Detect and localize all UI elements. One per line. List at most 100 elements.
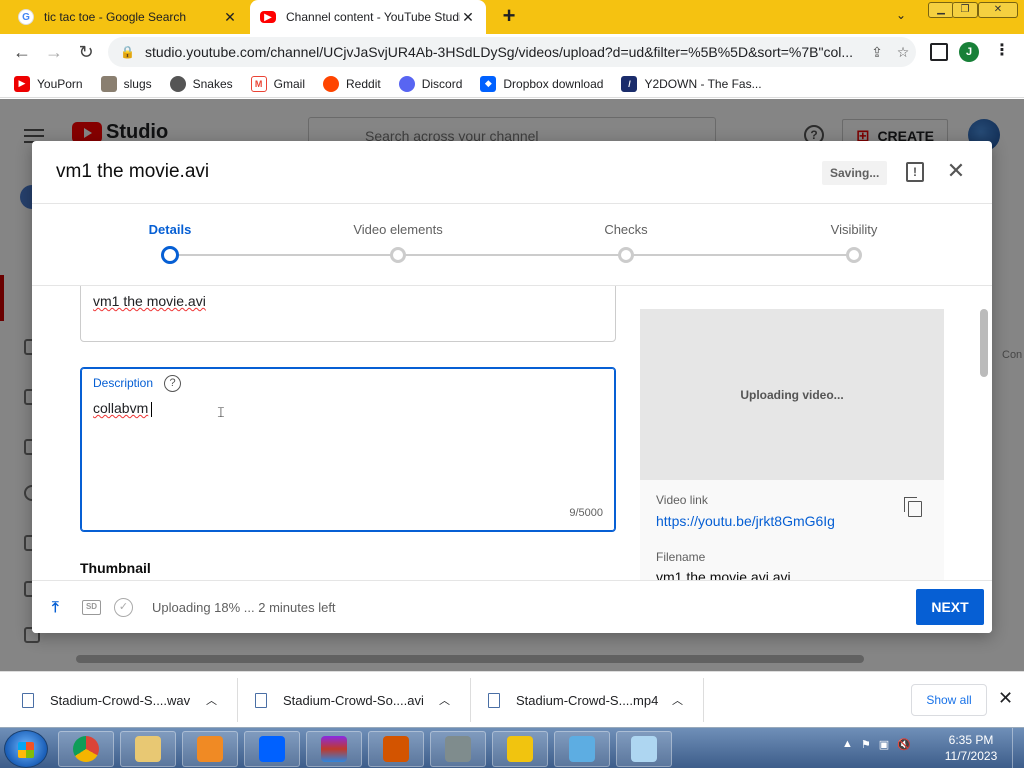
upload-progress-text: Uploading 18% ... 2 minutes left bbox=[152, 600, 336, 615]
address-bar[interactable]: 🔒 studio.youtube.com/channel/UCjvJaSvjUR… bbox=[108, 37, 916, 67]
image-icon bbox=[100, 75, 117, 92]
taskbar-winrar[interactable] bbox=[306, 731, 362, 767]
bookmark-youporn[interactable]: ▶ YouPorn bbox=[14, 75, 83, 92]
taskbar-pencil-app[interactable] bbox=[492, 731, 548, 767]
y2down-icon: / bbox=[621, 75, 638, 92]
download-item[interactable]: Stadium-Crowd-S....wav ︿ bbox=[22, 684, 217, 716]
feedback-icon[interactable]: ! bbox=[906, 162, 924, 182]
bookmark-gmail[interactable]: M Gmail bbox=[250, 75, 305, 92]
step-visibility[interactable]: Visibility bbox=[784, 222, 924, 237]
minimize-button[interactable]: ▁ bbox=[928, 2, 954, 18]
star-icon[interactable]: ☆ bbox=[890, 44, 916, 61]
more-menu-icon[interactable]: ⋮ bbox=[994, 40, 1010, 60]
step-video-elements[interactable]: Video elements bbox=[328, 222, 468, 237]
notepad-icon bbox=[631, 736, 657, 762]
tab-google-search[interactable]: G tic tac toe - Google Search ✕ bbox=[8, 0, 248, 34]
download-item[interactable]: Stadium-Crowd-So....avi ︿ bbox=[255, 684, 450, 716]
step-visibility-dot[interactable] bbox=[846, 247, 862, 263]
upload-stepper: Details Video elements Checks Visibility bbox=[32, 204, 992, 286]
download-item[interactable]: Stadium-Crowd-S....mp4 ︿ bbox=[488, 684, 683, 716]
step-checks[interactable]: Checks bbox=[556, 222, 696, 237]
monitor-icon bbox=[569, 736, 595, 762]
divider bbox=[237, 678, 238, 722]
step-video-elements-dot[interactable] bbox=[390, 247, 406, 263]
media-player-icon bbox=[197, 736, 223, 762]
step-details-dot[interactable] bbox=[161, 246, 179, 264]
bookmark-y2down[interactable]: / Y2DOWN - The Fas... bbox=[621, 75, 762, 92]
taskbar-notepad[interactable] bbox=[616, 731, 672, 767]
thumbnail-heading: Thumbnail bbox=[80, 560, 151, 576]
description-field[interactable]: Description ? collabvm 𝙸 9/5000 bbox=[80, 367, 616, 532]
taskbar-tool[interactable] bbox=[368, 731, 424, 767]
window-close-button[interactable]: ✕ bbox=[978, 2, 1018, 18]
next-button[interactable]: NEXT bbox=[916, 589, 984, 625]
side-panel-icon[interactable] bbox=[930, 43, 948, 61]
video-link-label: Video link bbox=[656, 493, 708, 507]
close-icon[interactable]: ✕ bbox=[222, 9, 238, 26]
chevron-up-icon[interactable]: ︿ bbox=[439, 692, 450, 708]
discord-icon bbox=[398, 75, 415, 92]
title-field[interactable]: vm1 the movie.avi bbox=[80, 286, 616, 342]
forward-button[interactable]: → bbox=[42, 40, 66, 64]
google-icon: G bbox=[18, 9, 34, 25]
text-caret bbox=[151, 401, 153, 417]
close-dialog-button[interactable]: ✕ bbox=[944, 159, 968, 183]
taskbar-dropbox[interactable] bbox=[244, 731, 300, 767]
play-icon: ▶ bbox=[14, 75, 30, 92]
taskbar-display-app[interactable] bbox=[554, 731, 610, 767]
tab-strip: G tic tac toe - Google Search ✕ ▶ Channe… bbox=[0, 0, 1024, 34]
upload-dialog: vm1 the movie.avi Saving... ! ✕ Details … bbox=[32, 141, 992, 633]
bookmark-slugs[interactable]: slugs bbox=[100, 75, 152, 92]
chevron-down-icon[interactable]: ⌄ bbox=[896, 8, 906, 22]
gmail-icon: M bbox=[250, 75, 267, 92]
taskbar-media-player[interactable] bbox=[182, 731, 238, 767]
stepper-line bbox=[170, 254, 854, 256]
profile-avatar[interactable]: J bbox=[959, 42, 979, 62]
taskbar-film-app[interactable] bbox=[430, 731, 486, 767]
description-char-count: 9/5000 bbox=[569, 507, 603, 519]
share-icon[interactable]: ⇪ bbox=[864, 44, 890, 61]
step-details[interactable]: Details bbox=[100, 222, 240, 237]
browser-toolbar: ← → ↻ 🔒 studio.youtube.com/channel/UCjvJ… bbox=[0, 34, 1024, 70]
taskbar-chrome[interactable] bbox=[58, 731, 114, 767]
video-link[interactable]: https://youtu.be/jrkt8GmG6Ig bbox=[656, 513, 835, 529]
description-text[interactable]: collabvm bbox=[93, 400, 153, 417]
bookmark-reddit[interactable]: Reddit bbox=[323, 75, 381, 92]
dialog-title: vm1 the movie.avi bbox=[56, 161, 210, 182]
content-scrollbar[interactable] bbox=[980, 309, 988, 377]
pencil-icon bbox=[507, 736, 533, 762]
bookmarks-bar: ▶ YouPorn slugs Snakes M Gmail Reddit Disc… bbox=[0, 70, 1024, 98]
dropbox-icon: ◆ bbox=[480, 75, 497, 92]
chevron-up-icon[interactable]: ︿ bbox=[206, 692, 217, 708]
start-button[interactable] bbox=[4, 730, 48, 768]
dropbox-icon bbox=[259, 736, 285, 762]
system-clock[interactable]: 6:35 PM 11/7/2023 bbox=[938, 732, 1004, 764]
restore-button[interactable]: ❐ bbox=[952, 2, 978, 18]
new-tab-button[interactable]: + bbox=[498, 5, 520, 28]
copy-icon[interactable] bbox=[904, 497, 922, 517]
bookmark-dropbox[interactable]: ◆ Dropbox download bbox=[480, 75, 603, 92]
show-desktop-button[interactable] bbox=[1012, 728, 1024, 768]
step-checks-dot[interactable] bbox=[618, 247, 634, 263]
saving-badge: Saving... bbox=[822, 161, 888, 185]
help-icon[interactable]: ? bbox=[164, 375, 181, 392]
back-button[interactable]: ← bbox=[10, 40, 34, 64]
file-icon bbox=[22, 692, 34, 708]
close-icon[interactable]: ✕ bbox=[460, 9, 476, 26]
description-label: Description bbox=[93, 376, 154, 390]
tray-expand-icon[interactable]: ▲ bbox=[842, 738, 853, 751]
tab-title: tic tac toe - Google Search bbox=[44, 10, 187, 24]
folder-icon bbox=[135, 736, 161, 762]
show-all-downloads-button[interactable]: Show all bbox=[911, 684, 987, 716]
tab-youtube-studio[interactable]: ▶ Channel content - YouTube Studio ✕ bbox=[250, 0, 486, 34]
bookmark-discord[interactable]: Discord bbox=[398, 75, 462, 92]
chevron-up-icon[interactable]: ︿ bbox=[672, 692, 683, 708]
taskbar-explorer[interactable] bbox=[120, 731, 176, 767]
reload-button[interactable]: ↻ bbox=[74, 40, 98, 64]
flag-icon[interactable]: ⚑ bbox=[861, 738, 871, 751]
url-text: studio.youtube.com/channel/UCjvJaSvjUR4A… bbox=[144, 44, 854, 60]
volume-muted-icon[interactable]: 🔇 bbox=[897, 738, 911, 751]
bookmark-snakes[interactable]: Snakes bbox=[169, 75, 233, 92]
network-icon[interactable]: ▣ bbox=[879, 738, 889, 751]
close-download-shelf-icon[interactable]: ✕ bbox=[998, 688, 1013, 709]
